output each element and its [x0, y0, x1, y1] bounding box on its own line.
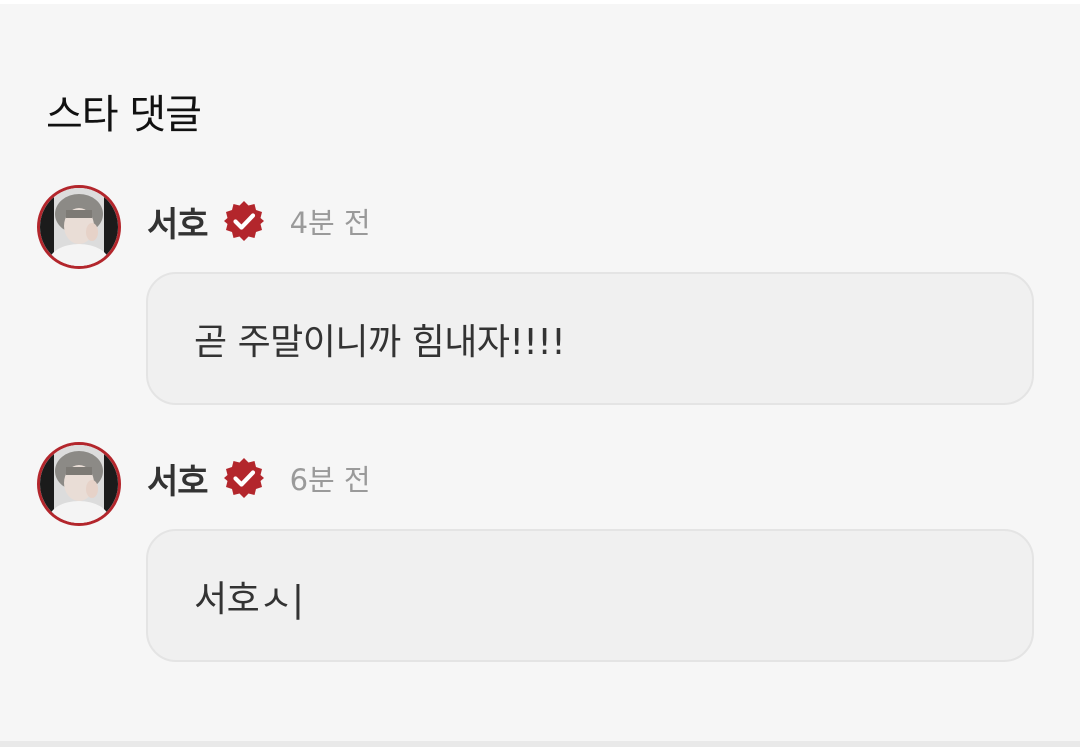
comment-meta: 서호 6분 전: [147, 453, 371, 503]
comment-bubble: 곧 주말이니까 힘내자!!!!: [146, 272, 1034, 405]
bottom-divider: [0, 741, 1080, 747]
author-name[interactable]: 서호: [147, 197, 209, 246]
avatar[interactable]: [37, 442, 121, 526]
author-name[interactable]: 서호: [147, 454, 209, 503]
verified-badge-icon: [222, 199, 266, 243]
section-title: 스타 댓글: [46, 92, 202, 138]
avatar-image-icon: [40, 188, 118, 266]
verified-badge-icon: [222, 456, 266, 500]
comment-text: 곧 주말이니까 힘내자!!!!: [194, 321, 566, 363]
comment-bubble: 서호ㅅ|: [146, 529, 1034, 662]
comment-text: 서호ㅅ|: [194, 578, 304, 620]
comment-item: 서호 6분 전 서호ㅅ|: [0, 441, 1080, 671]
avatar-image-icon: [40, 445, 118, 523]
avatar[interactable]: [37, 185, 121, 269]
comment-time: 6분 전: [289, 463, 371, 497]
comment-time: 4분 전: [289, 206, 371, 240]
star-comments-panel: 스타 댓글 서호 4분 전 곧 주말이니까 힘내자!!!! 서호 6분 전 서호…: [0, 0, 1080, 747]
comment-meta: 서호 4분 전: [147, 196, 371, 246]
comment-item: 서호 4분 전 곧 주말이니까 힘내자!!!!: [0, 184, 1080, 414]
